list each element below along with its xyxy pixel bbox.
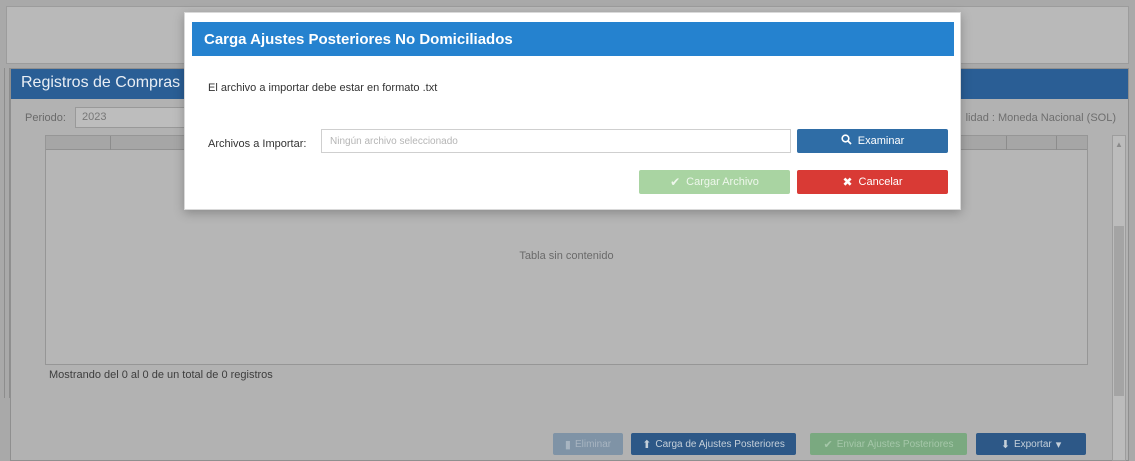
scroll-up-icon[interactable]: ▲	[1115, 140, 1123, 149]
upload-adjustments-label: Carga de Ajustes Posteriores	[655, 438, 785, 450]
file-label: Archivos a Importar:	[208, 138, 307, 150]
table-column-divider	[1056, 136, 1057, 150]
browse-button-label: Examinar	[857, 135, 905, 147]
modal-title: Carga Ajustes Posteriores No Domiciliado…	[204, 31, 513, 48]
modal-header: Carga Ajustes Posteriores No Domiciliado…	[192, 22, 954, 56]
records-info: Mostrando del 0 al 0 de un total de 0 re…	[49, 369, 273, 381]
close-icon: ✖	[842, 175, 853, 189]
cancel-button-label: Cancelar	[858, 176, 903, 188]
upload-file-button[interactable]: ✔ Cargar Archivo	[639, 170, 790, 194]
currency-label: lidad : Moneda Nacional (SOL)	[965, 112, 1116, 124]
upload-file-label: Cargar Archivo	[686, 176, 759, 188]
period-label: Periodo:	[25, 112, 66, 124]
file-format-note: El archivo a importar debe estar en form…	[208, 82, 438, 94]
upload-icon: ⬆	[642, 438, 652, 451]
export-button-label: Exportar	[1013, 438, 1052, 450]
caret-down-icon: ▾	[1055, 438, 1062, 451]
delete-button-label: Eliminar	[574, 438, 612, 450]
trash-icon: ▮	[564, 438, 571, 451]
delete-button[interactable]: ▮ Eliminar	[553, 433, 623, 455]
table-column-divider	[110, 136, 111, 150]
download-icon: ⬇	[1000, 438, 1010, 451]
scrollbar-thumb[interactable]	[1114, 226, 1124, 396]
vertical-scrollbar[interactable]: ▲	[1112, 135, 1126, 461]
send-adjustments-button[interactable]: ✔ Enviar Ajustes Posteriores	[810, 433, 967, 455]
check-icon: ✔	[823, 438, 833, 451]
table-column-divider	[1006, 136, 1007, 150]
check-icon: ✔	[670, 175, 681, 189]
table-empty-message: Tabla sin contenido	[519, 250, 614, 262]
export-button[interactable]: ⬇ Exportar ▾	[976, 433, 1086, 455]
upload-adjustments-button[interactable]: ⬆ Carga de Ajustes Posteriores	[631, 433, 796, 455]
upload-adjustments-modal: Carga Ajustes Posteriores No Domiciliado…	[184, 12, 961, 210]
browse-button[interactable]: Examinar	[797, 129, 948, 153]
file-input[interactable]: Ningún archivo seleccionado	[321, 129, 791, 153]
send-adjustments-label: Enviar Ajustes Posteriores	[836, 438, 954, 450]
cancel-button[interactable]: ✖ Cancelar	[797, 170, 948, 194]
panel-title: Registros de Compras	[21, 74, 181, 91]
search-icon	[841, 134, 852, 148]
